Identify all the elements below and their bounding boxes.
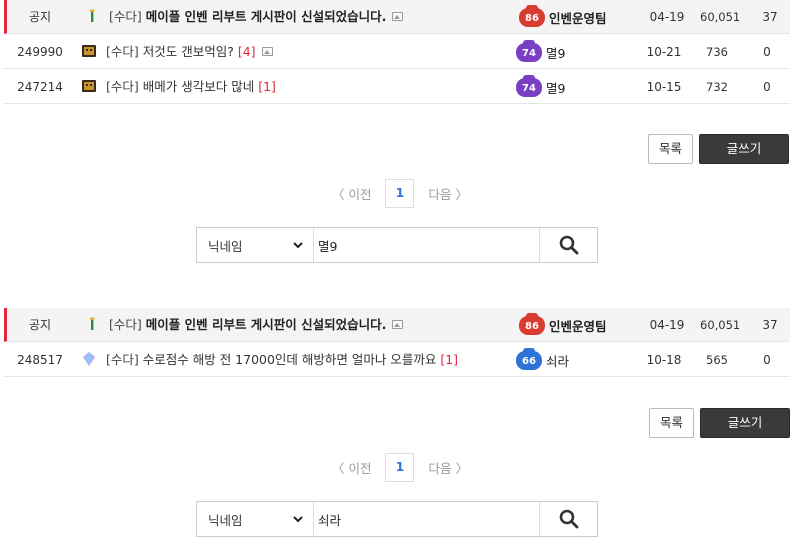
- post-number: 248517: [17, 352, 63, 367]
- post-likes: 0: [763, 352, 771, 367]
- current-page[interactable]: 1: [385, 178, 415, 208]
- pagination: 〈 이전 1 다음 〉: [332, 178, 468, 208]
- post-author[interactable]: 86 인벤운영팀: [519, 308, 607, 342]
- list-button[interactable]: 목록: [649, 408, 694, 438]
- post-date: 10-15: [646, 79, 682, 94]
- level-badge-icon: 86: [519, 312, 545, 335]
- author-name[interactable]: 멸9: [546, 43, 565, 62]
- search-button[interactable]: [540, 228, 597, 262]
- author-name[interactable]: 멸9: [546, 78, 565, 97]
- post-number: 공지: [28, 10, 52, 24]
- search-input[interactable]: [314, 502, 540, 536]
- post-views: 565: [706, 352, 728, 367]
- table-row[interactable]: 249990 [수다] 저것도 갠보먹임? [4] 74 멸9 10-21 73…: [4, 35, 790, 69]
- search-field-label: 닉네임: [208, 238, 243, 254]
- post-date: 10-21: [646, 44, 682, 59]
- post-category: [수다]: [109, 9, 142, 24]
- post-title-text: 배메가 생각보다 많네: [142, 79, 255, 94]
- post-likes: 37: [762, 9, 778, 24]
- post-author[interactable]: 86 인벤운영팀: [519, 0, 607, 34]
- search-icon: [559, 509, 578, 529]
- post-views: 60,051: [700, 317, 741, 332]
- next-page-link[interactable]: 다음 〉: [428, 184, 467, 203]
- level-badge-icon: 66: [516, 347, 542, 370]
- write-button[interactable]: 글쓰기: [700, 408, 790, 438]
- table-row[interactable]: 247214 [수다] 배메가 생각보다 많네 [1] 74 멸9 10-15 …: [4, 70, 790, 104]
- notice-row[interactable]: 공지 [수다] 메이플 인벤 리부트 게시판이 신설되었습니다. 86 인벤운영…: [4, 308, 790, 342]
- post-author[interactable]: 74 멸9: [516, 70, 565, 104]
- post-category: [수다]: [106, 44, 139, 59]
- post-likes: 0: [763, 79, 771, 94]
- post-views: 732: [706, 79, 728, 94]
- post-author[interactable]: 66 쇠라: [516, 343, 569, 377]
- list-button[interactable]: 목록: [648, 134, 693, 164]
- post-views: 736: [706, 44, 728, 59]
- post-date: 04-19: [649, 9, 685, 24]
- level-badge-icon: 86: [519, 4, 545, 27]
- post-date: 04-19: [649, 317, 685, 332]
- post-number: 247214: [17, 79, 63, 94]
- search-field-select[interactable]: 닉네임: [197, 228, 314, 262]
- post-views: 60,051: [700, 9, 741, 24]
- author-name[interactable]: 인벤운영팀: [549, 316, 607, 335]
- post-title-text: 메이플 인벤 리부트 게시판이 신설되었습니다.: [145, 317, 387, 332]
- image-attachment-icon: [261, 47, 273, 56]
- comment-count: [1]: [258, 79, 276, 94]
- post-category: [수다]: [106, 79, 139, 94]
- chevron-down-icon: [293, 241, 303, 248]
- prev-page-link[interactable]: 〈 이전: [332, 458, 371, 477]
- character-icon: [82, 80, 96, 92]
- notice-icon: [90, 9, 95, 22]
- write-button[interactable]: 글쓰기: [699, 134, 789, 164]
- gem-icon: [83, 352, 95, 366]
- prev-page-link[interactable]: 〈 이전: [332, 184, 371, 203]
- post-title-text: 메이플 인벤 리부트 게시판이 신설되었습니다.: [145, 9, 387, 24]
- character-icon: [82, 45, 96, 57]
- post-category: [수다]: [109, 317, 142, 332]
- author-name[interactable]: 인벤운영팀: [549, 8, 607, 27]
- post-likes: 37: [762, 317, 778, 332]
- table-row[interactable]: 248517 [수다] 수로점수 해방 전 17000인데 해방하면 얼마나 오…: [4, 343, 790, 377]
- search-icon: [559, 235, 578, 255]
- notice-row[interactable]: 공지 [수다] 메이플 인벤 리부트 게시판이 신설되었습니다. 86 인벤운영…: [4, 0, 790, 34]
- author-name[interactable]: 쇠라: [546, 351, 569, 370]
- image-attachment-icon: [392, 12, 404, 21]
- post-title-text: 수로점수 해방 전 17000인데 해방하면 얼마나 오를까요: [142, 352, 437, 367]
- post-likes: 0: [763, 44, 771, 59]
- search-bar: 닉네임: [196, 501, 598, 537]
- post-title[interactable]: [수다] 저것도 갠보먹임? [4]: [106, 35, 273, 69]
- post-title[interactable]: [수다] 배메가 생각보다 많네 [1]: [106, 70, 276, 104]
- post-title-text: 저것도 갠보먹임?: [142, 44, 234, 59]
- post-title[interactable]: [수다] 메이플 인벤 리부트 게시판이 신설되었습니다.: [109, 308, 404, 342]
- post-number: 공지: [28, 318, 52, 332]
- post-title[interactable]: [수다] 수로점수 해방 전 17000인데 해방하면 얼마나 오를까요 [1]: [106, 343, 458, 377]
- chevron-down-icon: [293, 515, 303, 522]
- post-title[interactable]: [수다] 메이플 인벤 리부트 게시판이 신설되었습니다.: [109, 0, 404, 34]
- next-page-link[interactable]: 다음 〉: [428, 458, 467, 477]
- level-badge-icon: 74: [516, 74, 542, 97]
- search-field-select[interactable]: 닉네임: [197, 502, 314, 536]
- search-input[interactable]: [314, 228, 540, 262]
- post-number: 249990: [17, 44, 63, 59]
- image-attachment-icon: [392, 320, 404, 329]
- search-button[interactable]: [540, 502, 597, 536]
- post-author[interactable]: 74 멸9: [516, 35, 565, 69]
- comment-count: [4]: [237, 44, 256, 59]
- current-page[interactable]: 1: [385, 452, 415, 482]
- post-date: 10-18: [646, 352, 682, 367]
- search-bar: 닉네임: [196, 227, 598, 263]
- search-field-label: 닉네임: [208, 512, 243, 528]
- post-category: [수다]: [106, 352, 139, 367]
- level-badge-icon: 74: [516, 39, 542, 62]
- pagination: 〈 이전 1 다음 〉: [332, 452, 468, 482]
- notice-icon: [90, 317, 95, 330]
- comment-count: [1]: [440, 352, 459, 367]
